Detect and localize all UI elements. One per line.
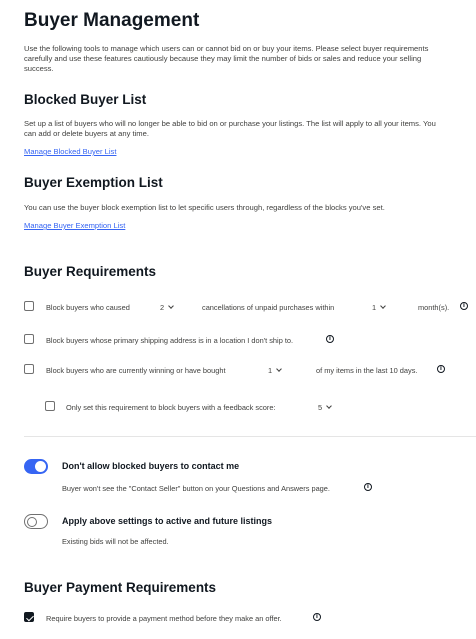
items-count-select[interactable]: 1 (268, 366, 282, 375)
row1-text-c: month(s). (418, 303, 450, 312)
chevron-down-icon (276, 366, 282, 372)
row4-text: Only set this requirement to block buyer… (66, 403, 276, 412)
buyer-exemption-title: Buyer Exemption List (24, 175, 163, 190)
chevron-down-icon (380, 303, 386, 309)
manage-buyer-exemption-link[interactable]: Manage Buyer Exemption List (24, 221, 125, 230)
manage-blocked-buyer-link[interactable]: Manage Blocked Buyer List (24, 147, 116, 156)
feedback-score-select[interactable]: 5 (318, 403, 332, 412)
row2-text: Block buyers whose primary shipping addr… (46, 336, 294, 345)
feedback-score-checkbox[interactable] (45, 401, 55, 411)
chevron-down-icon (326, 403, 332, 409)
page-title: Buyer Management (24, 10, 200, 31)
info-icon[interactable]: i (460, 302, 468, 310)
info-icon[interactable]: i (364, 483, 372, 491)
apply-settings-label: Apply above settings to active and futur… (62, 516, 273, 526)
info-icon[interactable]: i (326, 335, 334, 343)
apply-settings-desc: Existing bids will not be affected. (62, 537, 169, 546)
feedback-score-value: 5 (318, 403, 323, 412)
block-unpaid-cancellations-checkbox[interactable] (24, 301, 34, 311)
info-icon[interactable]: i (437, 365, 445, 373)
block-contact-label: Don't allow blocked buyers to contact me (62, 461, 240, 471)
block-shipping-location-checkbox[interactable] (24, 334, 34, 344)
row3-text-b: of my items in the last 10 days. (316, 366, 418, 375)
row1-text-b: cancellations of unpaid purchases within (202, 303, 335, 312)
intro-text: Use the following tools to manage which … (24, 44, 429, 73)
cancellations-count-select[interactable]: 2 (160, 303, 174, 312)
row3-text-a: Block buyers who are currently winning o… (46, 366, 226, 375)
toggle-knob (35, 461, 46, 472)
buyer-requirements-title: Buyer Requirements (24, 264, 157, 279)
chevron-down-icon (168, 303, 174, 309)
block-winning-buyers-checkbox[interactable] (24, 364, 34, 374)
payment-row-text: Require buyers to provide a payment meth… (46, 614, 282, 623)
months-value: 1 (372, 303, 377, 312)
items-count-value: 1 (268, 366, 273, 375)
payment-requirements-title: Buyer Payment Requirements (24, 580, 217, 595)
row1-text-a: Block buyers who caused (46, 303, 130, 312)
blocked-buyer-desc: Set up a list of buyers who will no long… (24, 119, 436, 138)
buyer-exemption-desc: You can use the buyer block exemption li… (24, 203, 385, 212)
toggle-knob (26, 516, 37, 527)
section-divider (24, 436, 476, 437)
apply-settings-toggle[interactable] (24, 514, 48, 529)
info-icon[interactable]: i (313, 613, 321, 621)
require-payment-method-checkbox[interactable] (24, 612, 34, 622)
block-contact-desc: Buyer won't see the "Contact Seller" but… (62, 484, 330, 493)
cancellations-count-value: 2 (160, 303, 165, 312)
blocked-buyer-title: Blocked Buyer List (24, 92, 147, 107)
block-contact-toggle[interactable] (24, 459, 48, 474)
months-select[interactable]: 1 (372, 303, 386, 312)
